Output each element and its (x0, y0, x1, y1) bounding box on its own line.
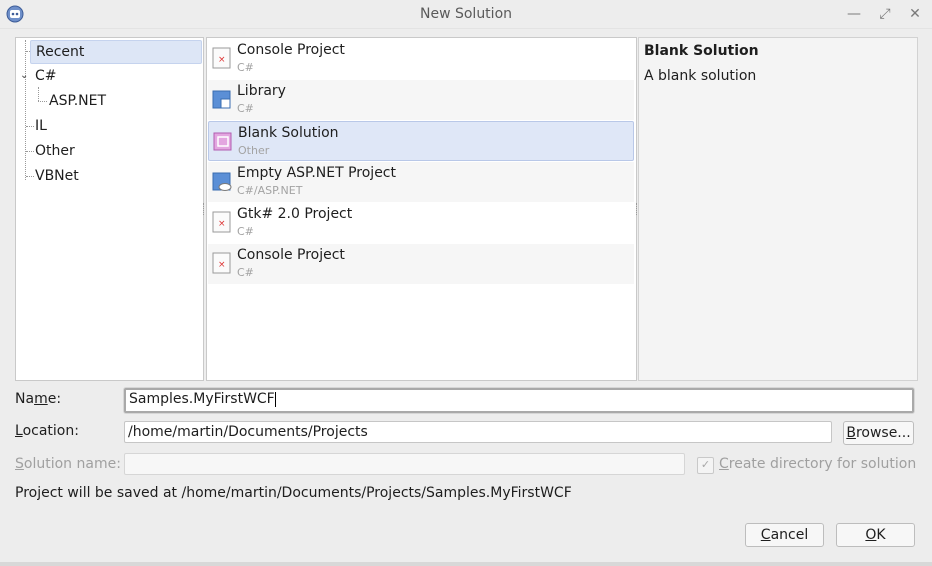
template-item[interactable]: Empty ASP.NET Project C#/ASP.NET (208, 162, 634, 202)
tree-guide-line (38, 101, 47, 102)
template-language: C#/ASP.NET (237, 184, 303, 197)
template-list[interactable]: × Console Project C# Library C# Blank So… (206, 37, 637, 381)
template-language: C# (237, 102, 254, 115)
template-language: C# (237, 266, 254, 279)
maximize-icon[interactable]: ⤢ (875, 4, 895, 24)
web-project-icon (212, 172, 232, 191)
name-input[interactable]: Samples.MyFirstWCF (124, 388, 914, 413)
template-description: Blank Solution A blank solution (638, 37, 918, 381)
tree-guide-line (26, 151, 34, 152)
csharp-project-icon: × (212, 252, 231, 274)
category-vbnet[interactable]: VBNet (35, 165, 79, 187)
template-item[interactable]: × Console Project C# (208, 39, 634, 79)
tree-guide-line (25, 40, 26, 180)
description-title: Blank Solution (644, 43, 759, 59)
template-name: Gtk# 2.0 Project (237, 206, 353, 222)
cancel-button[interactable]: Cancel (745, 523, 824, 547)
template-name: Library (237, 83, 286, 99)
template-language: C# (237, 61, 254, 74)
category-label: Other (35, 143, 75, 159)
description-text: A blank solution (644, 68, 757, 84)
category-csharp[interactable]: C# (35, 65, 57, 87)
category-label: C# (35, 68, 57, 84)
template-item[interactable]: Library C# (208, 80, 634, 120)
category-recent[interactable]: Recent (30, 40, 202, 64)
solution-icon (213, 132, 232, 151)
minimize-icon[interactable]: — (844, 4, 864, 24)
location-label: Location: (15, 423, 79, 439)
category-label: ASP.NET (49, 93, 107, 109)
chevron-down-icon[interactable]: ⌄ (20, 70, 28, 81)
location-input[interactable]: /home/martin/Documents/Projects (124, 421, 832, 443)
title-bar: New Solution — ⤢ ✕ (0, 0, 932, 29)
template-name: Blank Solution (238, 125, 339, 141)
library-icon (212, 90, 231, 109)
template-item[interactable]: × Console Project C# (208, 244, 634, 284)
template-name: Console Project (237, 42, 345, 58)
category-il[interactable]: IL (35, 115, 47, 137)
template-language: Other (238, 144, 270, 157)
svg-text:×: × (218, 55, 226, 65)
category-label: IL (35, 118, 47, 134)
ok-button[interactable]: OK (836, 523, 915, 547)
close-icon[interactable]: ✕ (905, 4, 925, 24)
save-path-text: Project will be saved at /home/martin/Do… (15, 485, 572, 501)
category-aspnet[interactable]: ASP.NET (49, 90, 106, 112)
name-label: Name: (15, 391, 62, 407)
category-tree[interactable]: Recent ⌄ C# ASP.NET IL Other VBNet (15, 37, 204, 381)
browse-button[interactable]: Browse... (843, 421, 914, 445)
template-item[interactable]: Blank Solution Other (208, 121, 634, 161)
svg-text:×: × (218, 260, 226, 270)
solution-name-label: Solution name: (15, 456, 121, 472)
category-label: Recent (36, 44, 85, 60)
template-item[interactable]: × Gtk# 2.0 Project C# (208, 203, 634, 243)
window-bottom-edge (0, 562, 932, 566)
tree-guide-line (26, 126, 34, 127)
tree-guide-line (26, 176, 34, 177)
tree-guide-line (38, 87, 39, 101)
create-directory-checkbox[interactable]: ✓ (697, 457, 714, 474)
solution-name-input[interactable] (124, 453, 685, 475)
template-language: C# (237, 225, 254, 238)
svg-text:×: × (218, 219, 226, 229)
csharp-project-icon: × (212, 47, 231, 69)
text-caret (274, 391, 276, 407)
template-name: Console Project (237, 247, 345, 263)
category-label: VBNet (35, 168, 79, 184)
template-name: Empty ASP.NET Project (237, 165, 396, 181)
category-other[interactable]: Other (35, 140, 75, 162)
csharp-project-icon: × (212, 211, 231, 233)
create-directory-label: Create directory for solution (719, 456, 917, 472)
window-title: New Solution (419, 6, 513, 22)
